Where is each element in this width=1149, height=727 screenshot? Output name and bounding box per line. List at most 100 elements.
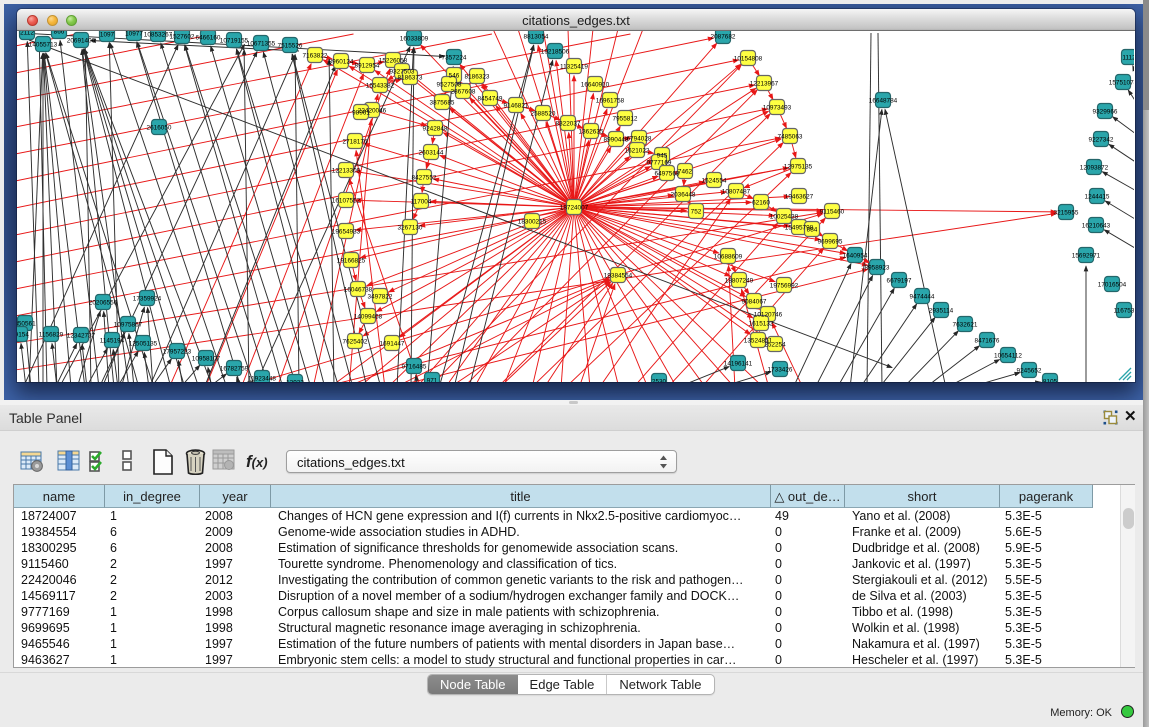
svg-text:17957223: 17957223 <box>163 348 192 355</box>
svg-text:10958107: 10958107 <box>192 355 221 362</box>
svg-text:9699695: 9699695 <box>818 238 843 245</box>
svg-text:8186323: 8186323 <box>465 73 490 80</box>
svg-text:17359924: 17359924 <box>133 295 162 302</box>
svg-text:14196141: 14196141 <box>724 360 753 367</box>
svg-text:12213967: 12213967 <box>750 80 779 87</box>
svg-text:117004: 117004 <box>411 198 432 205</box>
svg-text:12975135: 12975135 <box>784 163 813 170</box>
svg-text:16543382: 16543382 <box>366 82 395 89</box>
svg-text:8471676: 8471676 <box>975 337 1000 344</box>
svg-text:8186373: 8186373 <box>398 74 423 81</box>
svg-text:16046738: 16046738 <box>344 286 373 293</box>
svg-text:19218506: 19218506 <box>541 48 570 55</box>
svg-text:10025438: 10025438 <box>770 213 799 220</box>
svg-text:884: 884 <box>807 226 818 233</box>
svg-text:10853267: 10853267 <box>144 31 173 38</box>
svg-text:1362635: 1362635 <box>579 128 604 135</box>
svg-text:8960124: 8960124 <box>329 58 354 65</box>
svg-text:10719155: 10719155 <box>220 37 249 44</box>
svg-text:6679197: 6679197 <box>887 277 912 284</box>
svg-text:15226058: 15226058 <box>379 57 408 64</box>
svg-text:1621022: 1621022 <box>625 147 650 154</box>
svg-text:9329966: 9329966 <box>1093 108 1118 115</box>
svg-text:15751074: 15751074 <box>1109 79 1134 86</box>
svg-text:1733426: 1733426 <box>768 366 793 373</box>
svg-text:1624554: 1624554 <box>702 177 727 184</box>
svg-text:3215955: 3215955 <box>1054 209 1079 216</box>
svg-text:17016504: 17016504 <box>1098 281 1127 288</box>
svg-text:1112: 1112 <box>1122 54 1134 61</box>
svg-text:39154: 39154 <box>17 331 29 338</box>
svg-text:1527602: 1527602 <box>170 33 195 40</box>
svg-text:1097: 1097 <box>100 31 115 38</box>
svg-text:10120746: 10120746 <box>754 311 783 318</box>
svg-text:8454749: 8454749 <box>478 95 503 102</box>
svg-text:8912954: 8912954 <box>355 62 380 69</box>
svg-text:15692971: 15692971 <box>1072 252 1101 259</box>
svg-text:7163822: 7163822 <box>303 52 328 59</box>
svg-text:8990448: 8990448 <box>604 136 629 143</box>
svg-text:2935114: 2935114 <box>929 307 954 314</box>
svg-text:3267130: 3267130 <box>398 224 423 231</box>
svg-text:9474444: 9474444 <box>910 293 935 300</box>
svg-text:16033809: 16033809 <box>400 35 429 42</box>
svg-text:20206556: 20206556 <box>89 299 118 306</box>
svg-text:12093872: 12093872 <box>1080 164 1109 171</box>
svg-text:8958923: 8958923 <box>865 264 890 271</box>
svg-text:350561: 350561 <box>17 320 36 327</box>
svg-text:9146821: 9146821 <box>504 102 529 109</box>
svg-text:546: 546 <box>449 72 460 79</box>
svg-text:866: 866 <box>54 31 65 35</box>
svg-text:19384554: 19384554 <box>604 272 633 279</box>
svg-text:8813054: 8813054 <box>524 33 549 40</box>
svg-text:16648784: 16648784 <box>869 97 898 104</box>
svg-text:14099468: 14099468 <box>354 313 383 320</box>
svg-text:9227342: 9227342 <box>1089 136 1114 143</box>
svg-text:7632621: 7632621 <box>953 321 978 328</box>
svg-text:9245652: 9245652 <box>1017 367 1042 374</box>
svg-text:9115460: 9115460 <box>820 208 845 215</box>
svg-text:12505135: 12505135 <box>129 340 158 347</box>
svg-text:19166825: 19166825 <box>337 257 366 264</box>
svg-text:1640954: 1640954 <box>843 252 868 259</box>
svg-text:116753: 116753 <box>1114 307 1134 314</box>
svg-text:252254: 252254 <box>764 341 786 348</box>
svg-text:2718176: 2718176 <box>343 138 368 145</box>
svg-text:9527508: 9527508 <box>437 81 462 88</box>
svg-text:10654112: 10654112 <box>994 352 1022 359</box>
svg-text:19463627: 19463627 <box>785 193 814 200</box>
svg-text:9242848: 9242848 <box>423 125 448 132</box>
svg-text:7955812: 7955812 <box>613 115 638 122</box>
svg-text:18807249: 18807249 <box>725 277 754 284</box>
svg-text:18300215: 18300215 <box>518 218 547 225</box>
svg-text:7485063: 7485063 <box>778 133 803 140</box>
svg-text:1244415: 1244415 <box>1085 193 1110 200</box>
svg-text:16107552: 16107552 <box>332 197 361 204</box>
svg-text:19756992: 19756992 <box>770 282 799 289</box>
svg-text:6794028: 6794028 <box>627 135 652 142</box>
svg-text:1615132: 1615132 <box>749 320 774 327</box>
svg-text:2603144: 2603144 <box>419 149 444 156</box>
svg-text:8427552: 8427552 <box>412 174 437 181</box>
svg-text:11923448: 11923448 <box>248 375 276 382</box>
svg-text:7515526: 7515526 <box>278 42 303 49</box>
svg-text:2530: 2530 <box>652 378 667 382</box>
svg-text:1691447: 1691447 <box>380 340 405 347</box>
svg-text:18724007: 18724007 <box>560 204 589 211</box>
svg-text:62160: 62160 <box>752 199 770 206</box>
svg-text:12342737: 12342737 <box>67 332 96 339</box>
svg-text:3875685: 3875685 <box>430 99 455 106</box>
svg-text:7462: 7462 <box>678 168 693 175</box>
svg-text:9716485: 9716485 <box>402 363 427 370</box>
svg-text:6497568: 6497568 <box>655 170 680 177</box>
svg-text:8105: 8105 <box>1043 378 1058 382</box>
svg-text:10975867: 10975867 <box>114 321 143 328</box>
svg-text:10154808: 10154808 <box>734 55 763 62</box>
svg-text:10807487: 10807487 <box>722 188 751 195</box>
svg-text:9084067: 9084067 <box>742 298 767 305</box>
svg-text:10688609: 10688609 <box>714 253 743 260</box>
svg-text:2588520: 2588520 <box>531 110 556 117</box>
svg-text:20691406: 20691406 <box>67 37 96 44</box>
svg-text:2036448: 2036448 <box>671 191 696 198</box>
svg-text:14055713: 14055713 <box>29 41 58 48</box>
